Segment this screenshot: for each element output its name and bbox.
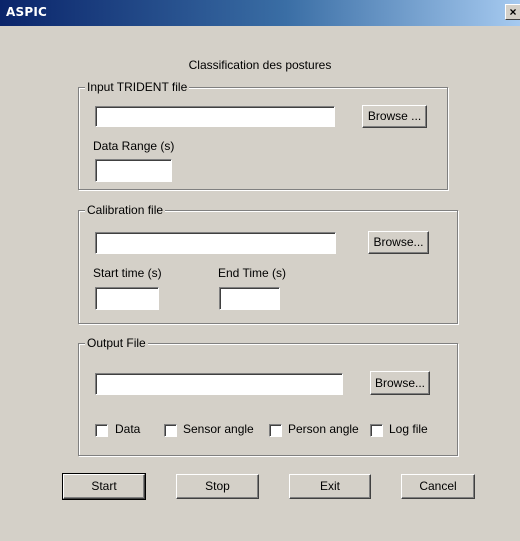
checkbox-sensor-angle-box[interactable] xyxy=(164,424,177,437)
data-range-label: Data Range (s) xyxy=(93,139,175,153)
page-title: Classification des postures xyxy=(188,58,332,72)
input-file-field[interactable] xyxy=(95,106,335,127)
calibration-browse-button[interactable]: Browse... xyxy=(368,231,429,254)
checkbox-sensor-angle-label: Sensor angle xyxy=(183,422,254,436)
output-browse-button[interactable]: Browse... xyxy=(370,371,430,395)
output-legend: Output File xyxy=(85,336,148,350)
close-button[interactable]: × xyxy=(505,4,520,20)
start-time-field[interactable] xyxy=(95,287,159,310)
calibration-group: Calibration file Browse... Start time (s… xyxy=(78,203,458,324)
input-browse-button[interactable]: Browse ... xyxy=(362,105,427,128)
close-icon: × xyxy=(509,5,517,19)
stop-button[interactable]: Stop xyxy=(176,474,259,499)
checkbox-data-label: Data xyxy=(115,422,141,436)
calibration-legend: Calibration file xyxy=(85,203,166,217)
input-trident-legend: Input TRIDENT file xyxy=(85,80,190,94)
cancel-button[interactable]: Cancel xyxy=(401,474,475,499)
end-time-label: End Time (s) xyxy=(218,266,287,280)
input-trident-group: Input TRIDENT file Browse ... Data Range… xyxy=(78,80,448,190)
output-group: Output File Browse... Data Sensor angle … xyxy=(78,336,458,456)
data-range-field[interactable] xyxy=(95,159,172,182)
checkbox-log-file-box[interactable] xyxy=(370,424,383,437)
checkbox-person-angle-label: Person angle xyxy=(288,422,359,436)
checkbox-data-box[interactable] xyxy=(95,424,108,437)
checkbox-log-file-label: Log file xyxy=(389,422,428,436)
calibration-file-field[interactable] xyxy=(95,232,336,254)
window-title: ASPIC xyxy=(6,5,47,19)
start-button[interactable]: Start xyxy=(62,473,146,500)
end-time-field[interactable] xyxy=(219,287,280,310)
start-time-label: Start time (s) xyxy=(93,266,162,280)
output-file-field[interactable] xyxy=(95,373,343,395)
checkbox-person-angle-box[interactable] xyxy=(269,424,282,437)
title-bar: ASPIC × xyxy=(0,0,520,26)
exit-button[interactable]: Exit xyxy=(289,474,371,499)
